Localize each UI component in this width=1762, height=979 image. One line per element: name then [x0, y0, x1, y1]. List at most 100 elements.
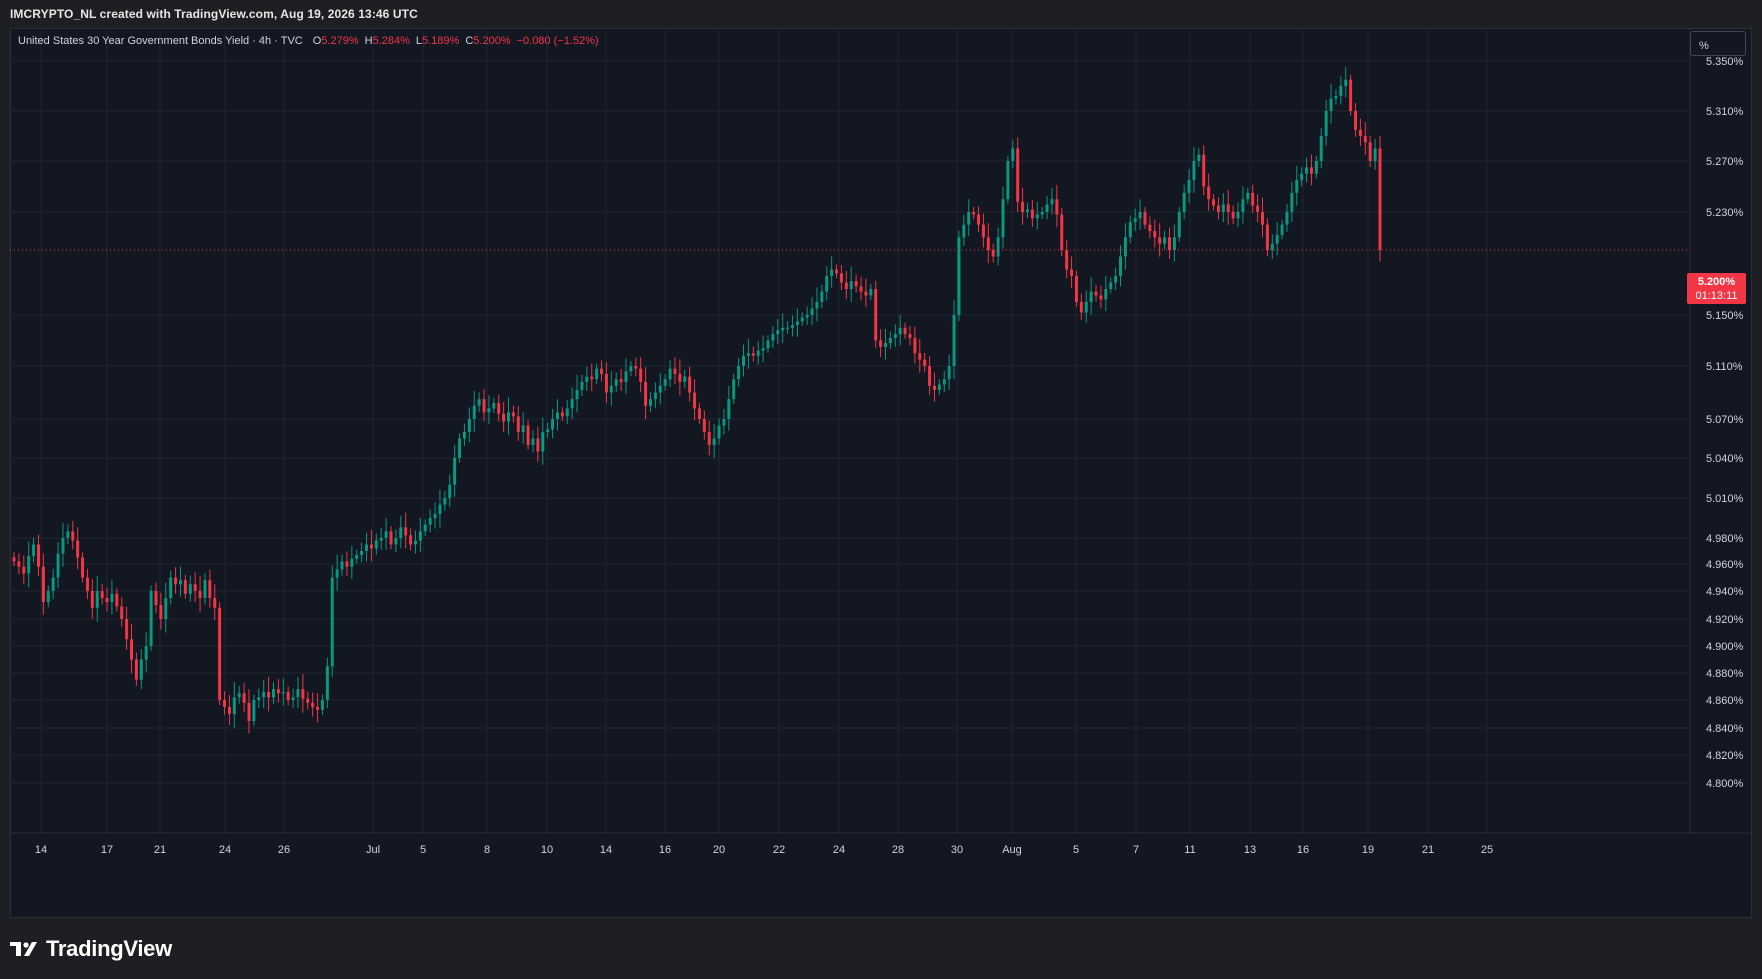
candle-body: [51, 577, 55, 591]
candle-body: [1216, 205, 1220, 212]
candle-body: [56, 553, 60, 578]
candle-body: [1177, 212, 1181, 238]
y-tick-label: 4.840%: [1706, 723, 1744, 735]
x-tick-label: 11: [1184, 844, 1195, 856]
candle-body: [507, 412, 511, 422]
candle-body: [502, 413, 506, 422]
candle-body: [271, 689, 275, 698]
candle-body: [644, 381, 648, 406]
candle-body: [1241, 199, 1245, 212]
x-tick-label: 28: [892, 844, 904, 856]
candle-body: [1329, 98, 1333, 111]
candle-body: [678, 373, 682, 382]
candle-body: [1035, 214, 1039, 219]
candle-body: [697, 408, 701, 419]
candle-body: [81, 557, 85, 578]
candle-body: [497, 403, 501, 414]
candle-body: [639, 368, 643, 382]
candle-body: [134, 659, 138, 680]
candle-body: [120, 606, 124, 619]
x-tick-label: 14: [35, 844, 47, 856]
candle-body: [374, 540, 378, 549]
candle-body: [1290, 192, 1294, 212]
y-tick-label: 5.310%: [1706, 106, 1744, 118]
percent-scale-button[interactable]: %: [1690, 31, 1746, 56]
candle-body: [835, 269, 839, 274]
candle-body: [702, 419, 706, 432]
y-tick-label: 4.960%: [1706, 559, 1744, 571]
y-tick-label: 4.920%: [1706, 614, 1744, 626]
x-tick-label: 16: [1297, 844, 1309, 856]
candle-body: [85, 577, 89, 591]
candle-body: [1148, 224, 1152, 231]
open-value: 5.279%: [321, 35, 359, 47]
candle-body: [776, 330, 780, 335]
candle-body: [604, 373, 608, 393]
x-tick-label: Aug: [1002, 844, 1022, 856]
candle-body: [663, 379, 667, 386]
tradingview-brand[interactable]: TradingView: [10, 936, 172, 962]
candle-body: [1016, 148, 1020, 202]
candle-body: [169, 577, 173, 598]
candle-body: [433, 514, 437, 518]
candle-body: [1163, 237, 1167, 244]
candle-body: [521, 425, 525, 432]
candle-body: [1354, 111, 1358, 130]
candle-body: [360, 551, 364, 555]
candle-body: [462, 432, 466, 439]
candle-body: [296, 689, 300, 698]
candle-body: [1084, 302, 1088, 313]
candle-body: [932, 385, 936, 390]
candle-body: [746, 353, 750, 356]
candle-body: [1339, 86, 1343, 96]
candle-body: [281, 691, 285, 694]
candle-body: [781, 327, 785, 331]
x-tick-label: 24: [833, 844, 845, 856]
candle-body: [1143, 212, 1147, 225]
candle-body: [688, 376, 692, 393]
candle-body: [1182, 192, 1186, 212]
x-tick-label: 10: [541, 844, 553, 856]
candle-body: [1368, 142, 1372, 161]
candle-body: [492, 403, 496, 409]
x-tick-label: 5: [1073, 844, 1079, 856]
last-price-value: 5.200%: [1697, 276, 1736, 288]
candle-body: [614, 379, 618, 386]
candle-body: [242, 693, 246, 703]
candle-body: [1153, 231, 1157, 238]
candle-body: [448, 484, 452, 498]
x-tick-label: 20: [713, 844, 725, 856]
candle-body: [1378, 148, 1382, 250]
candle-body: [918, 353, 922, 360]
x-tick-label: 19: [1362, 844, 1374, 856]
candle-body: [1123, 237, 1127, 257]
close-key: C: [465, 35, 474, 47]
candle-body: [707, 432, 711, 445]
candle-body: [1260, 212, 1264, 225]
candle-body: [379, 538, 383, 541]
candlestick-chart[interactable]: 5.350% 5.310% 5.270% 5.230% 5.150% 5.110% 5.07…: [10, 28, 1752, 918]
candle-body: [634, 366, 638, 369]
candle-body: [36, 544, 40, 567]
candle-body: [125, 619, 129, 640]
candle-body: [164, 598, 168, 619]
candle-body: [458, 438, 462, 458]
candle-body: [531, 438, 535, 445]
candle-body: [1187, 180, 1191, 193]
symbol-legend[interactable]: United States 30 Year Government Bonds Y…: [18, 35, 605, 47]
candle-body: [1324, 111, 1328, 136]
candle-body: [756, 350, 760, 356]
candle-body: [95, 591, 99, 608]
candle-body: [570, 399, 574, 409]
candle-body: [1074, 276, 1078, 302]
candle-body: [389, 531, 393, 545]
candle-body: [883, 343, 887, 347]
y-tick-label: 5.350%: [1706, 56, 1744, 68]
candle-body: [41, 566, 45, 603]
candle-body: [619, 379, 623, 382]
y-tick-label: 4.800%: [1706, 778, 1744, 790]
candle-body: [350, 558, 354, 567]
candle-body: [869, 289, 873, 296]
candle-body: [849, 281, 853, 289]
candle-body: [90, 591, 94, 608]
